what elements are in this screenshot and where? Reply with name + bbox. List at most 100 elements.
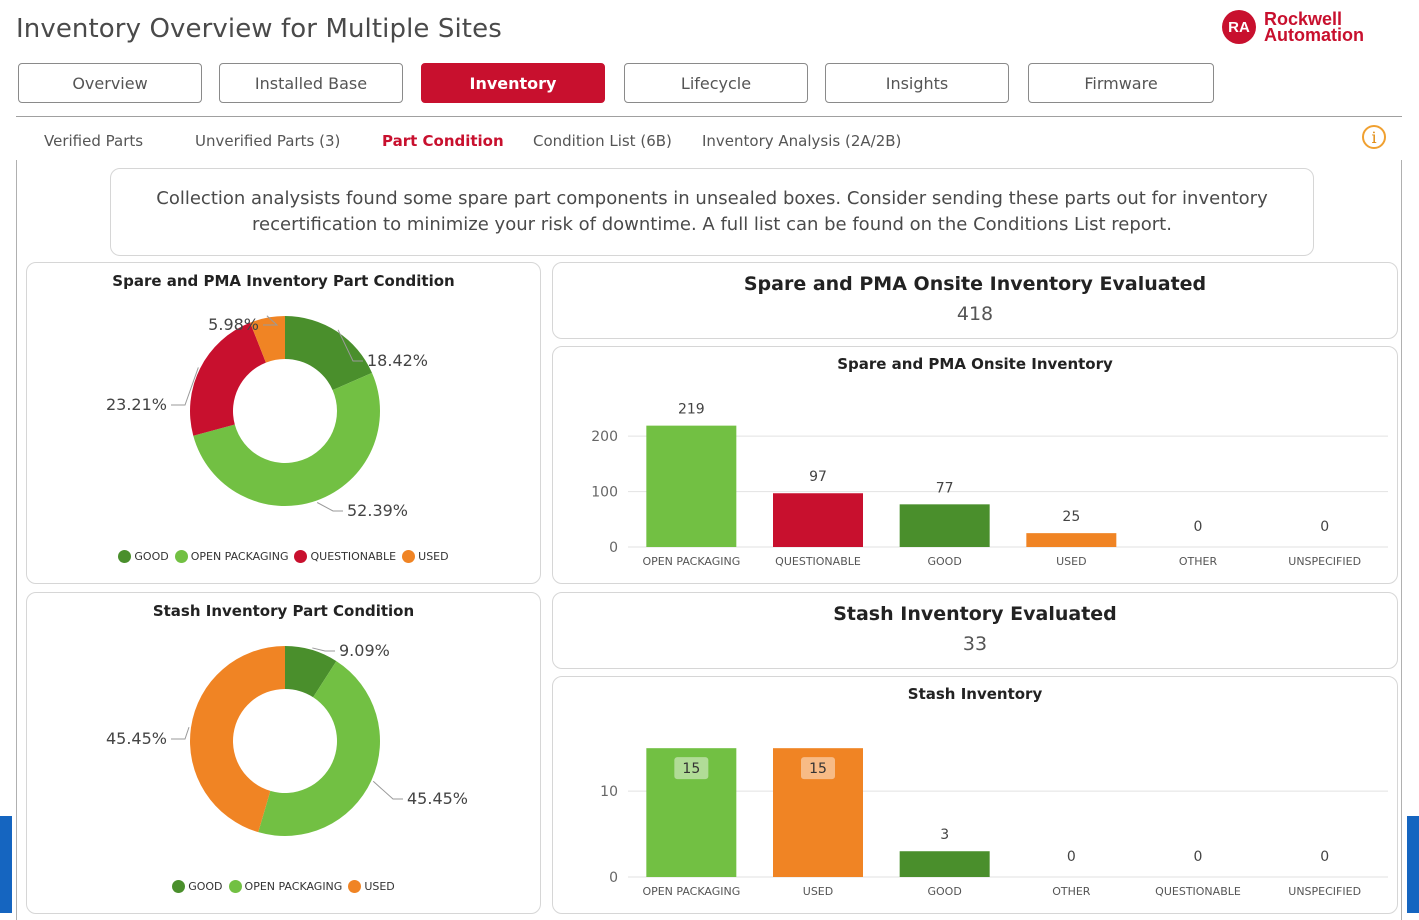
legend-item-questionable[interactable]: QUESTIONABLE <box>294 550 396 563</box>
x-category-label: QUESTIONABLE <box>1155 885 1241 898</box>
left-edge-bar <box>0 816 12 913</box>
slice-label-good: 18.42% <box>367 351 428 370</box>
subtab-unverified-parts[interactable]: Unverified Parts (3) <box>195 132 340 150</box>
x-category-label: GOOD <box>928 885 962 898</box>
x-category-label: USED <box>803 885 833 898</box>
stash-evaluated-card: Stash Inventory Evaluated 33 <box>552 592 1398 669</box>
spare-bar-chart: 0 100 200 OPEN PACKAGING 219 QUESTIONABLE 97 GO… <box>591 402 1388 568</box>
legend-dot-icon <box>228 880 242 893</box>
stash-donut-title: Stash Inventory Part Condition <box>152 602 415 620</box>
y-tick-label: 0 <box>609 540 618 556</box>
bar-value-label: 97 <box>809 469 827 485</box>
legend-dot-icon <box>118 550 132 563</box>
slice-label-open-packaging: 45.45% <box>407 789 468 808</box>
spare-donut-title: Spare and PMA Inventory Part Condition <box>112 272 455 290</box>
spare-evaluated-value: 418 <box>956 303 994 325</box>
subtab-part-condition[interactable]: Part Condition <box>382 132 504 150</box>
legend-dot-icon <box>174 550 188 563</box>
legend-label: USED <box>418 550 449 563</box>
subtab-inventory-analysis[interactable]: Inventory Analysis (2A/2B) <box>702 132 901 150</box>
bar-value-label: 219 <box>678 402 705 418</box>
bar-good[interactable] <box>899 504 990 547</box>
legend-item-used[interactable]: USED <box>402 550 449 563</box>
logo-line-2: Automation <box>1264 25 1364 45</box>
y-tick-label: 100 <box>591 485 618 501</box>
leader-line <box>171 727 190 740</box>
leader-line <box>316 502 343 512</box>
legend-dot-icon <box>294 550 308 563</box>
tab-overview[interactable]: Overview <box>18 63 202 103</box>
info-icon[interactable]: i <box>1362 125 1386 149</box>
slice-label-open-packaging: 52.39% <box>347 501 408 520</box>
right-edge-bar <box>1407 816 1419 913</box>
bar-value-label: 3 <box>940 827 949 843</box>
legend-dot-icon <box>172 880 186 893</box>
y-tick-label: 200 <box>591 429 618 445</box>
donut-slice-questionable[interactable] <box>190 322 266 436</box>
logo-wordmark: Rockwell Automation <box>1264 10 1364 45</box>
bar-value-label: 15 <box>809 761 827 777</box>
y-tick-label: 10 <box>600 784 618 800</box>
x-category-label: OPEN PACKAGING <box>642 885 740 898</box>
tab-firmware[interactable]: Firmware <box>1028 63 1214 103</box>
x-category-label: USED <box>1056 555 1086 568</box>
bar-value-label: 25 <box>1062 509 1080 525</box>
legend-item-open-packaging[interactable]: OPEN PACKAGING <box>228 880 343 893</box>
bar-value-label: 0 <box>1320 519 1329 535</box>
tab-insights[interactable]: Insights <box>825 63 1009 103</box>
spare-donut-chart: 18.42% 52.39% 23.21% 5.98% <box>106 315 428 520</box>
bar-value-label: 15 <box>682 761 700 777</box>
x-category-label: GOOD <box>928 555 962 568</box>
legend-label: GOOD <box>188 880 223 893</box>
legend-label: OPEN PACKAGING <box>190 550 289 563</box>
slice-label-used: 45.45% <box>106 729 167 748</box>
y-tick-label: 0 <box>609 870 618 886</box>
leader-line <box>312 647 335 652</box>
slice-label-used: 5.98% <box>208 315 259 334</box>
x-category-label: UNSPECIFIED <box>1288 555 1361 568</box>
legend-label: QUESTIONABLE <box>310 550 397 563</box>
legend-dot-icon <box>402 550 416 563</box>
stash-evaluated-value: 33 <box>962 633 988 655</box>
legend-item-good[interactable]: GOOD <box>172 880 223 893</box>
bar-value-label: 0 <box>1320 849 1329 865</box>
bar-value-label: 0 <box>1194 519 1203 535</box>
tab-installed-base[interactable]: Installed Base <box>219 63 403 103</box>
spare-inventory-card: Spare and PMA Onsite Inventory 0 100 200 OP… <box>552 346 1398 584</box>
legend-item-open-packaging[interactable]: OPEN PACKAGING <box>174 550 289 563</box>
tab-divider <box>16 116 1402 117</box>
legend-item-good[interactable]: GOOD <box>118 550 169 563</box>
bar-value-label: 0 <box>1194 849 1203 865</box>
page-title: Inventory Overview for Multiple Sites <box>16 14 502 44</box>
stash-condition-card: Stash Inventory Part Condition 9.09% 45.4… <box>26 592 541 914</box>
stash-inventory-card: Stash Inventory 0 10 OPEN PACKAGING 15 USED 1… <box>552 676 1398 914</box>
legend-item-used[interactable]: USED <box>348 880 395 893</box>
legend-label: OPEN PACKAGING <box>244 880 343 893</box>
bar-questionable[interactable] <box>773 493 863 547</box>
subtab-condition-list[interactable]: Condition List (6B) <box>533 132 672 150</box>
legend-label: USED <box>364 880 395 893</box>
x-category-label: OTHER <box>1052 885 1091 898</box>
bar-good[interactable] <box>899 851 990 877</box>
stash-evaluated-title: Stash Inventory Evaluated <box>833 603 1117 625</box>
spare-evaluated-card: Spare and PMA Onsite Inventory Evaluated… <box>552 262 1398 339</box>
stash-donut-legend: GOOD OPEN PACKAGING USED <box>27 880 540 893</box>
subtab-verified-parts[interactable]: Verified Parts <box>44 132 143 150</box>
bar-value-label: 77 <box>936 480 954 496</box>
bar-open-packaging[interactable] <box>646 425 737 547</box>
ra-logo-icon: RA <box>1222 10 1256 44</box>
notice-banner: Collection analysists found some spare p… <box>110 168 1314 256</box>
spare-donut-legend: GOOD OPEN PACKAGING QUESTIONABLE USED <box>27 550 540 563</box>
legend-dot-icon <box>348 880 362 893</box>
bar-used[interactable] <box>1026 533 1117 547</box>
leader-line <box>372 780 403 800</box>
slice-label-good: 9.09% <box>339 641 390 660</box>
tab-inventory[interactable]: Inventory <box>421 63 605 103</box>
x-category-label: UNSPECIFIED <box>1288 885 1361 898</box>
spare-condition-card: Spare and PMA Inventory Part Condition 1… <box>26 262 541 584</box>
tab-lifecycle[interactable]: Lifecycle <box>624 63 808 103</box>
slice-label-questionable: 23.21% <box>106 395 167 414</box>
spare-evaluated-title: Spare and PMA Onsite Inventory Evaluated <box>743 273 1207 295</box>
stash-donut-chart: 9.09% 45.45% 45.45% <box>106 641 468 836</box>
x-category-label: OPEN PACKAGING <box>642 555 740 568</box>
